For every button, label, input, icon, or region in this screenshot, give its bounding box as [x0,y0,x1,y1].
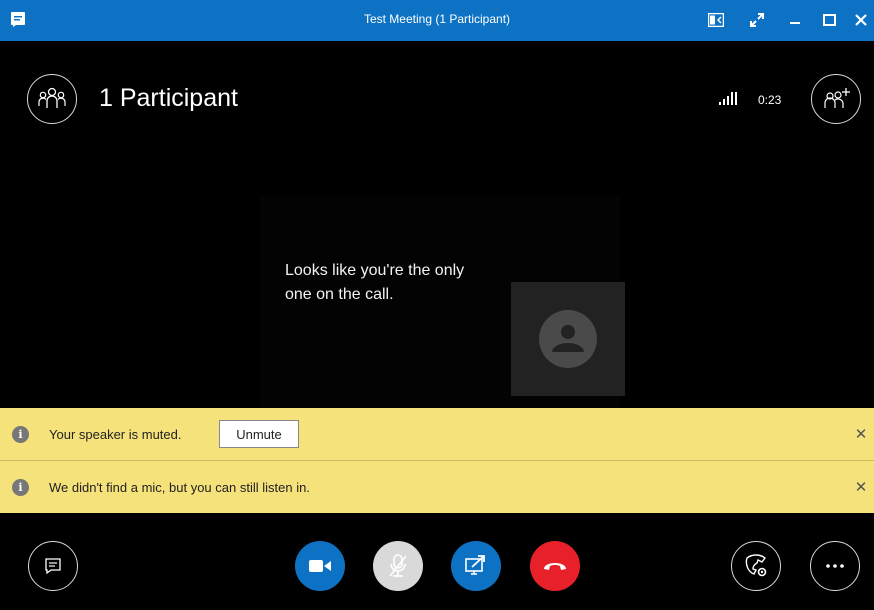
alone-message: Looks like you're the only one on the ca… [285,262,465,303]
fullscreen-button[interactable] [744,8,770,32]
add-participant-icon [824,88,850,108]
mic-muted-icon [389,554,407,577]
participants-button[interactable] [27,74,77,124]
mic-button[interactable] [373,541,423,591]
unmute-button[interactable]: Unmute [219,420,299,448]
window-title: Test Meeting (1 Participant) [363,12,511,26]
close-icon [855,14,867,26]
dismiss-icon[interactable]: ✕ [854,425,868,443]
dismiss-icon[interactable]: ✕ [854,478,868,496]
share-screen-button[interactable] [451,541,501,591]
info-icon: i [12,425,29,443]
signal-strength-icon [719,92,737,105]
video-camera-icon [309,560,331,572]
share-screen-icon [465,555,485,575]
self-avatar [511,282,625,396]
chat-icon [45,558,61,575]
call-stage: 1 Participant 0:23 Looks like you're the… [0,41,874,411]
video-button[interactable] [295,541,345,591]
minimize-icon [790,22,800,24]
notification-text: Your speaker is muted. [49,426,182,442]
hang-up-icon [544,563,566,570]
info-icon: i [12,478,29,496]
call-controls-icon [745,554,767,577]
more-options-icon [826,564,844,568]
call-toolbar [0,514,874,610]
minimize-button[interactable] [782,8,808,32]
maximize-button[interactable] [816,8,842,32]
speaker-muted-notification: i Your speaker is muted. Unmute ✕ [0,408,874,461]
invite-people-button[interactable] [811,74,861,124]
notification-text: We didn't find a mic, but you can still … [49,479,310,495]
call-timer: 0:23 [758,93,782,107]
compact-view-icon [708,13,724,27]
more-options-button[interactable] [810,541,860,591]
close-button[interactable] [848,8,874,32]
call-controls-button[interactable] [731,541,781,591]
title-bar: Test Meeting (1 Participant) [0,0,874,41]
maximize-icon [822,14,836,26]
fullscreen-icon [750,13,764,27]
no-mic-notification: i We didn't find a mic, but you can stil… [0,461,874,513]
participants-icon [38,87,66,108]
hang-up-button[interactable] [530,541,580,591]
chat-button[interactable] [28,541,78,591]
person-avatar-icon [539,310,597,368]
participant-count: 1 Participant [99,84,238,112]
compact-view-button[interactable] [703,8,729,32]
